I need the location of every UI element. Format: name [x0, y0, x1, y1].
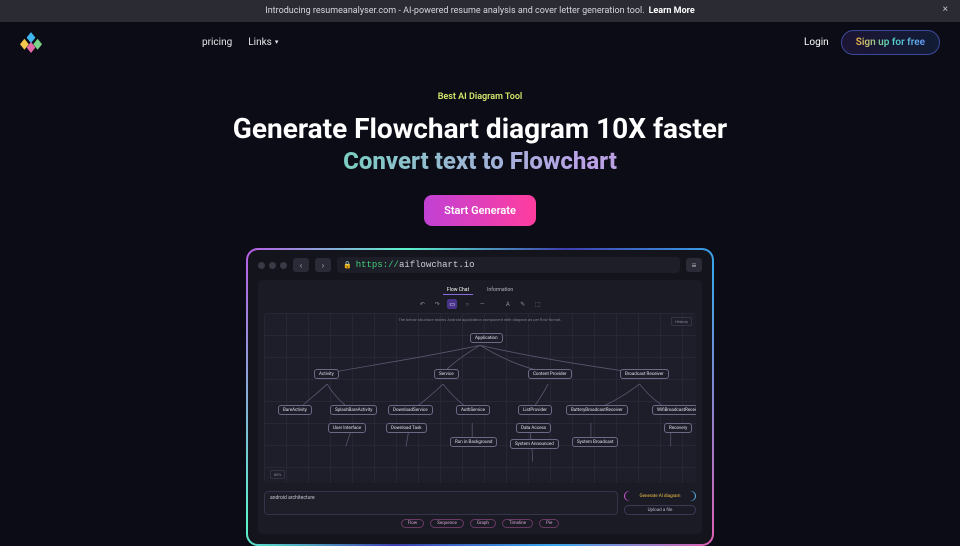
nav-links: pricing Links ▾ — [202, 37, 278, 48]
toolbar-separator: · — [494, 301, 496, 308]
chip-pie[interactable]: Pie — [539, 519, 559, 528]
preview-frame: ‹ › 🔒 https://aiflowchart.io ≡ Flow Chat… — [246, 248, 714, 546]
node[interactable]: AuthService — [456, 405, 490, 415]
node[interactable]: Recovery — [664, 423, 692, 433]
toolbar: ↶ ↷ ▭ ○ — · A ✎ ⬚ — [264, 299, 696, 309]
start-generate-button[interactable]: Start Generate — [424, 195, 536, 226]
redo-icon[interactable]: ↷ — [432, 299, 442, 309]
chip-flow[interactable]: Flow — [401, 519, 425, 528]
app-tabs: Flow Chat Information — [264, 286, 696, 295]
node[interactable]: BareActivity — [278, 405, 312, 415]
traffic-lights — [258, 262, 287, 269]
tab-information[interactable]: Information — [483, 286, 517, 295]
logo-icon[interactable] — [20, 31, 42, 53]
hero: Best AI Diagram Tool Generate Flowchart … — [0, 92, 960, 226]
ellipse-tool-icon[interactable]: ○ — [462, 299, 472, 309]
node[interactable]: System Broadcast — [572, 437, 618, 447]
node[interactable]: DownloadService — [388, 405, 433, 415]
hero-subhead: Convert text to Flowchart — [0, 147, 960, 175]
nav-links-dropdown[interactable]: Links ▾ — [248, 37, 278, 48]
pen-tool-icon[interactable]: ✎ — [518, 299, 528, 309]
announcement-bar: Introducing resumeanalyser.com - AI-powe… — [0, 0, 960, 22]
menu-icon[interactable]: ≡ — [686, 258, 702, 272]
back-icon[interactable]: ‹ — [293, 258, 309, 272]
node[interactable]: ListProvider — [518, 405, 552, 415]
node[interactable]: Application — [470, 333, 503, 343]
type-chips: Flow Sequence Graph Timeline Pie — [264, 519, 696, 528]
node[interactable]: WifiBroadcastReceiver — [652, 405, 696, 415]
announcement-text: Introducing resumeanalyser.com - AI-powe… — [265, 6, 644, 16]
lock-icon: 🔒 — [343, 261, 352, 269]
close-icon[interactable]: × — [943, 4, 948, 15]
browser-bar: ‹ › 🔒 https://aiflowchart.io ≡ — [258, 256, 702, 274]
chip-graph[interactable]: Graph — [470, 519, 496, 528]
url-bar[interactable]: 🔒 https://aiflowchart.io — [337, 257, 680, 273]
node[interactable]: System Announced — [510, 439, 559, 449]
signup-button[interactable]: Sign up for free — [841, 30, 940, 55]
tab-flowchat[interactable]: Flow Chat — [443, 286, 473, 295]
node[interactable]: Broadcast Receiver — [620, 369, 669, 379]
hero-badge: Best AI Diagram Tool — [0, 92, 960, 102]
generate-diagram-button[interactable]: Generate AI diagram — [624, 491, 696, 501]
node[interactable]: Run in Background — [450, 437, 497, 447]
url-host: aiflowchart.io — [399, 260, 475, 270]
hero-headline: Generate Flowchart diagram 10X faster — [0, 112, 960, 145]
login-link[interactable]: Login — [804, 37, 829, 48]
url-protocol: https:// — [356, 260, 399, 270]
node[interactable]: Service — [434, 369, 459, 379]
canvas[interactable]: The below structure shows Android applic… — [264, 313, 696, 483]
node[interactable]: Download Task — [386, 423, 427, 433]
forward-icon[interactable]: › — [315, 258, 331, 272]
node[interactable]: Activity — [314, 369, 339, 379]
chip-sequence[interactable]: Sequence — [430, 519, 464, 528]
announcement-learn-more[interactable]: Learn More — [649, 6, 695, 16]
node[interactable]: BatteryBroadcastReceiver — [566, 405, 628, 415]
chevron-down-icon: ▾ — [275, 38, 279, 46]
text-tool-icon[interactable]: A — [503, 299, 513, 309]
prompt-input[interactable]: android architecture — [264, 491, 618, 515]
nav-pricing[interactable]: pricing — [202, 37, 232, 48]
line-tool-icon[interactable]: — — [477, 299, 487, 309]
app-preview: Flow Chat Information ↶ ↷ ▭ ○ — · A ✎ ⬚ … — [258, 280, 702, 534]
select-tool-icon[interactable]: ⬚ — [533, 299, 543, 309]
prompt-row: android architecture Generate AI diagram… — [264, 491, 696, 515]
traffic-light-dot — [258, 262, 265, 269]
undo-icon[interactable]: ↶ — [417, 299, 427, 309]
upload-file-button[interactable]: Upload a file — [624, 505, 696, 515]
traffic-light-dot — [269, 262, 276, 269]
node[interactable]: SplashBareActivity — [330, 405, 377, 415]
zoom-indicator[interactable]: 80% — [270, 470, 285, 479]
traffic-light-dot — [280, 262, 287, 269]
node[interactable]: Content Provider — [528, 369, 572, 379]
top-nav: pricing Links ▾ Login Sign up for free — [0, 22, 960, 62]
node[interactable]: User Interface — [328, 423, 366, 433]
node[interactable]: Data Access — [516, 423, 551, 433]
rect-tool-icon[interactable]: ▭ — [447, 299, 457, 309]
chip-timeline[interactable]: Timeline — [502, 519, 533, 528]
